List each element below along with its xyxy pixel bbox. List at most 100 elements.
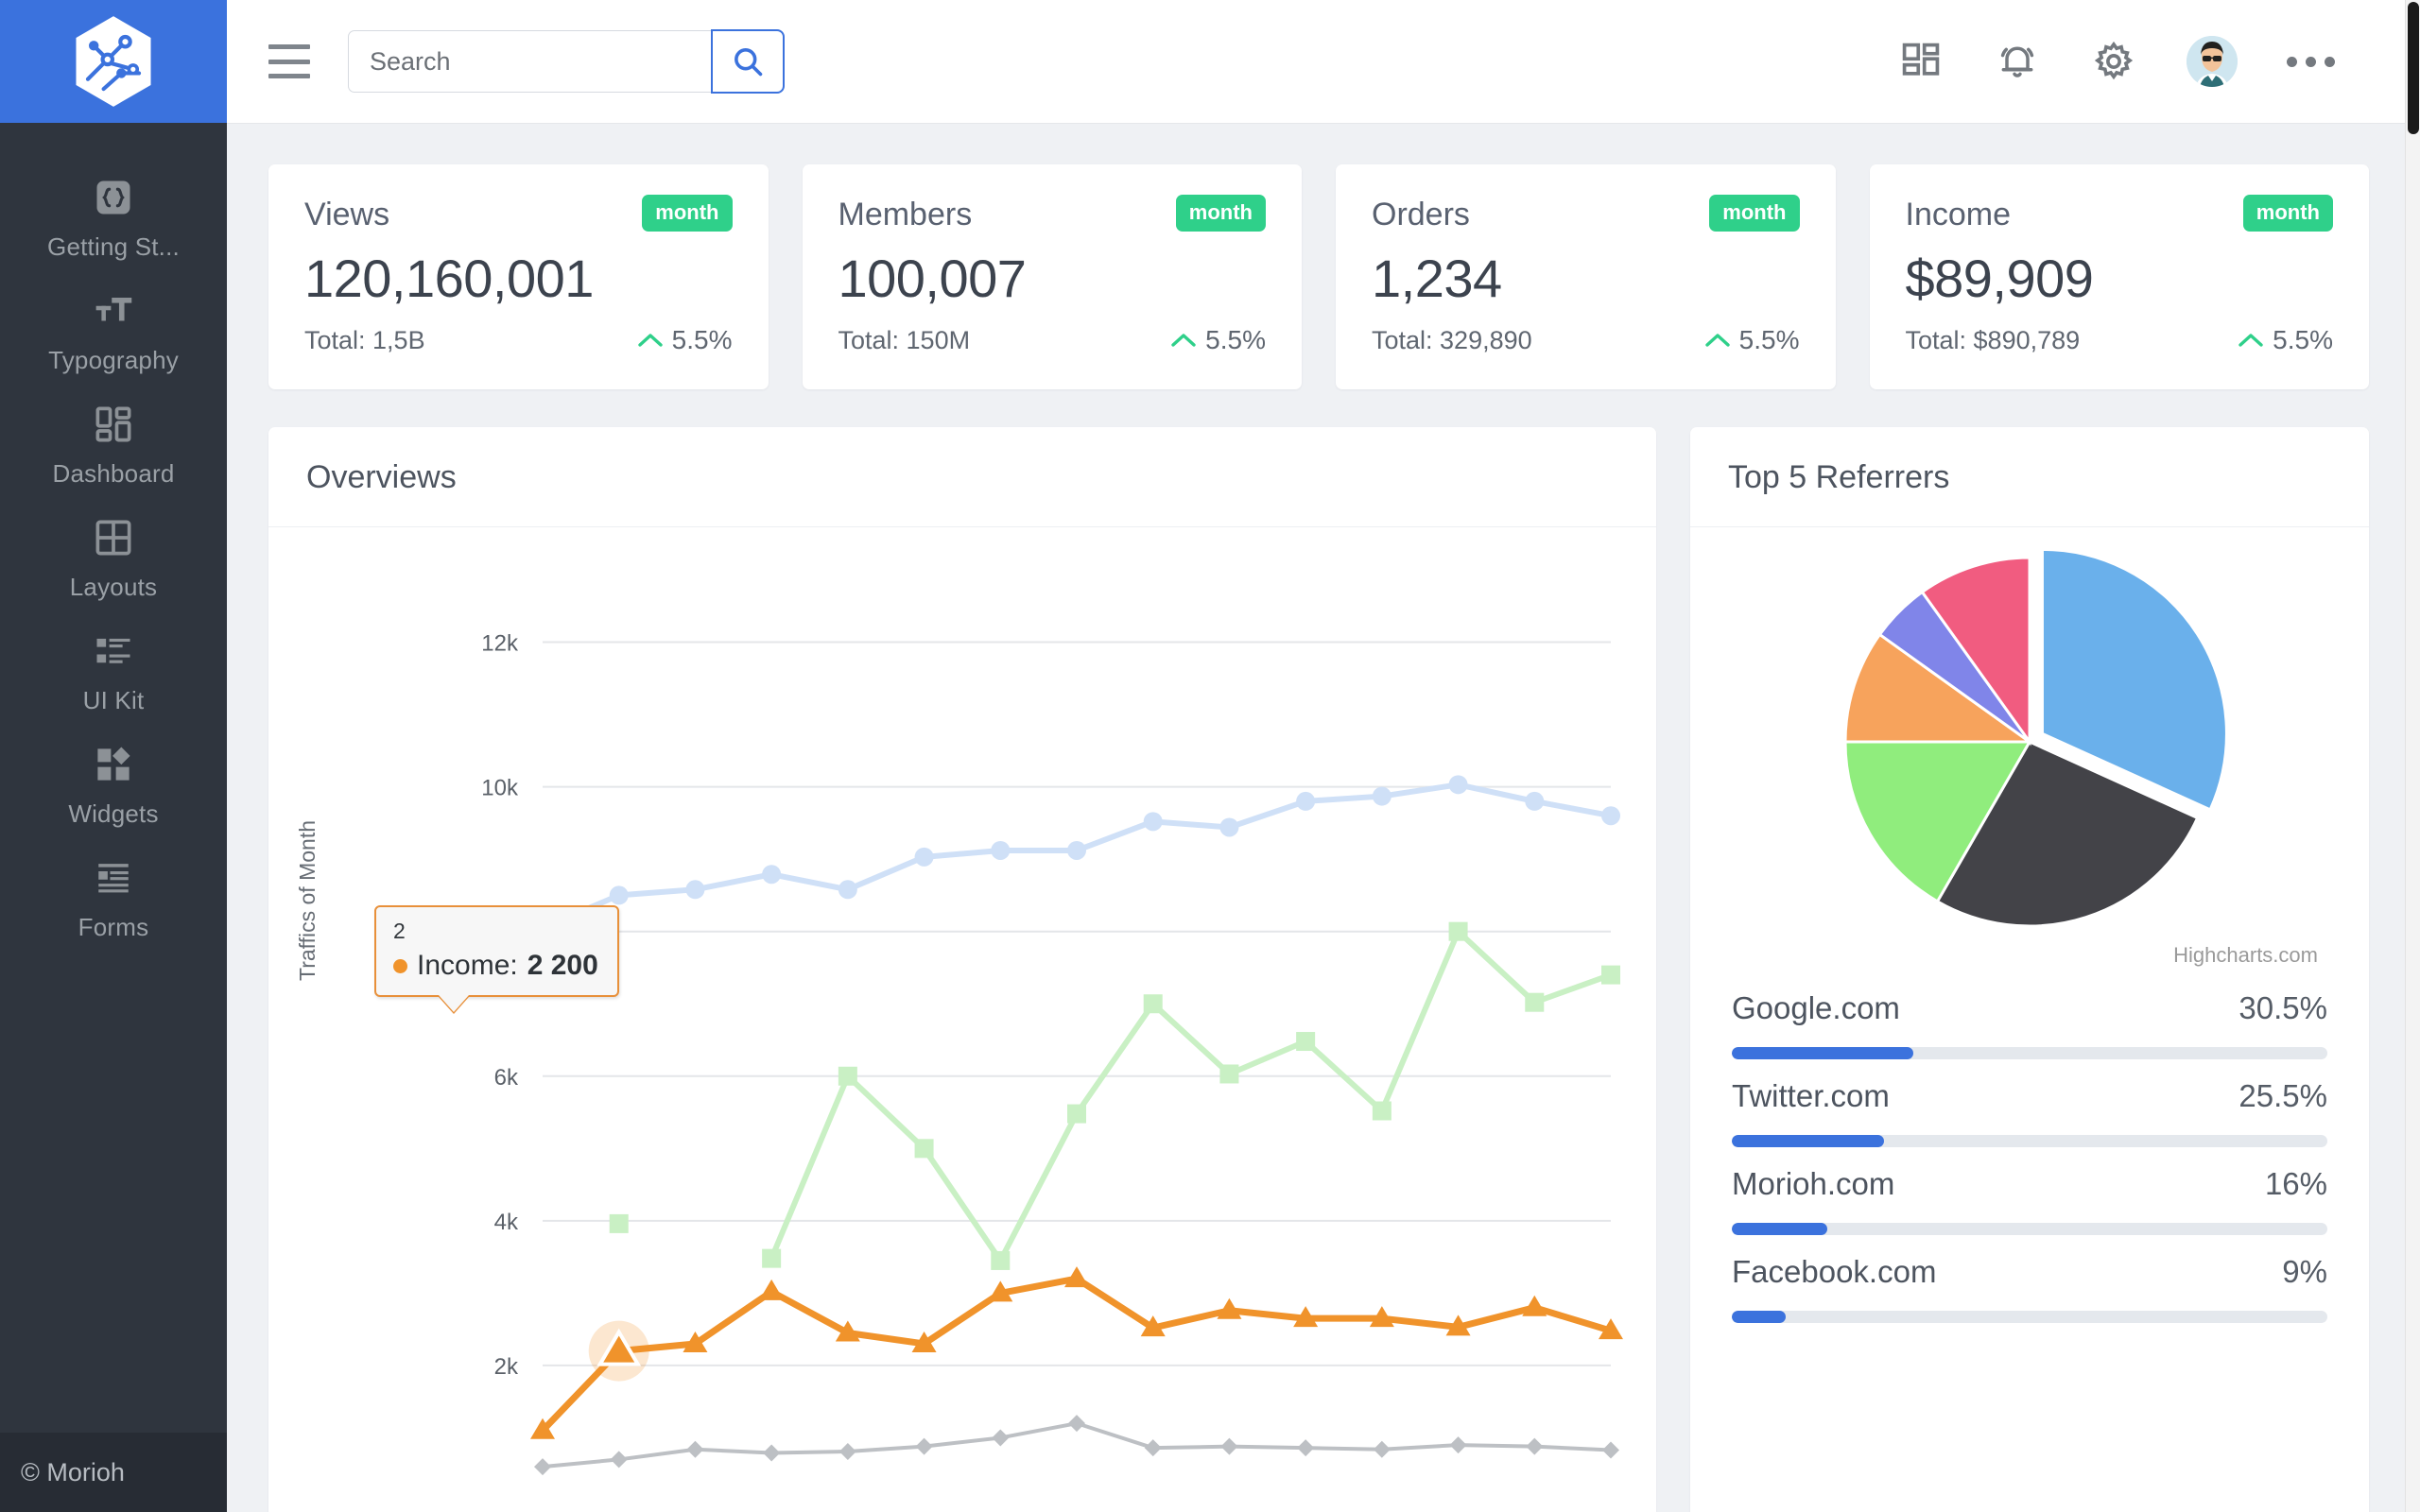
tooltip-value: 2 200 (527, 950, 598, 981)
sidebar-item-label: Typography (48, 346, 179, 374)
search-bar (348, 29, 785, 94)
stat-delta: 5.5% (1170, 325, 1266, 355)
sidebar-nav: Getting St... Typography Dashboard Layou… (0, 123, 227, 1433)
status-badge: month (1175, 195, 1266, 232)
sidebar-item-getting-started[interactable]: Getting St... (0, 163, 227, 276)
sidebar-item-typography[interactable]: Typography (0, 276, 227, 389)
stat-total: Total: 329,890 (1372, 325, 1532, 354)
stat-total: Total: 1,5B (304, 325, 425, 354)
chart-tooltip: 2 Income: 2 200 (374, 905, 619, 997)
forms-lines-icon (92, 856, 135, 900)
sidebar-item-label: UI Kit (82, 686, 145, 714)
referrer-percent: 30.5% (2238, 990, 2327, 1025)
list-item[interactable]: Morioh.com 16% (1732, 1147, 2327, 1235)
sidebar: Getting St... Typography Dashboard Layou… (0, 0, 227, 1512)
sidebar-item-widgets[interactable]: Widgets (0, 730, 227, 843)
stat-title: Orders (1372, 197, 1470, 232)
stat-card-income: Income month $89,909 Total: $890,789 5.5… (1869, 164, 2369, 389)
overviews-panel: Overviews Traffics of Month 2k4k6k8k10k1… (268, 427, 1656, 1512)
gear-settings-icon[interactable] (2090, 38, 2137, 85)
stat-value: 100,007 (838, 249, 1027, 308)
page-title: Overviews (306, 459, 457, 495)
svg-text:10k: 10k (481, 776, 519, 801)
progress-track (1732, 1047, 2327, 1059)
line-chart[interactable]: Traffics of Month 2k4k6k8k10k12k 2 Incom… (268, 527, 1656, 1510)
stat-value: 1,234 (1372, 249, 1502, 308)
search-button[interactable] (711, 29, 785, 94)
svg-text:4k: 4k (494, 1210, 519, 1235)
ui-kit-list-icon (92, 629, 135, 673)
stat-title: Income (1905, 197, 2012, 232)
list-item[interactable]: Google.com 30.5% (1732, 971, 2327, 1059)
stat-delta: 5.5% (637, 325, 733, 355)
text-size-icon (92, 289, 135, 333)
progress-fill (1732, 1135, 1884, 1147)
sidebar-item-label: Forms (78, 913, 149, 941)
pie-chart[interactable]: Highcharts.com (1690, 527, 2369, 971)
widgets-shapes-icon (92, 743, 135, 786)
list-item[interactable]: Twitter.com 25.5% (1732, 1059, 2327, 1147)
referrer-name: Morioh.com (1732, 1166, 1895, 1201)
sidebar-item-layouts[interactable]: Layouts (0, 503, 227, 616)
sidebar-item-label: Getting St... (47, 232, 180, 261)
stat-delta: 5.5% (1704, 325, 1800, 355)
overviews-header: Overviews (268, 427, 1656, 527)
page-content: Views month 120,160,001 Total: 1,5B 5.5% (227, 123, 2420, 1512)
referrer-percent: 25.5% (2238, 1078, 2327, 1113)
stat-delta-value: 5.5% (671, 325, 733, 354)
list-item[interactable]: Facebook.com 9% (1732, 1235, 2327, 1323)
apps-grid-icon[interactable] (1897, 38, 1945, 85)
sidebar-item-ui-kit[interactable]: UI Kit (0, 616, 227, 730)
progress-fill (1732, 1223, 1827, 1235)
pie-chart-svg (1843, 547, 2228, 928)
stat-title: Views (304, 197, 390, 232)
progress-track (1732, 1311, 2327, 1323)
stat-cards: Views month 120,160,001 Total: 1,5B 5.5% (268, 164, 2369, 389)
brand-logo[interactable] (0, 0, 227, 123)
main-area: Views month 120,160,001 Total: 1,5B 5.5% (227, 0, 2420, 1512)
progress-fill (1732, 1311, 1786, 1323)
layout-grid-icon (92, 516, 135, 559)
line-chart-svg: 2k4k6k8k10k12k (481, 631, 1623, 1476)
progress-track (1732, 1223, 2327, 1235)
scrollbar-thumb[interactable] (2408, 2, 2419, 134)
referrer-name: Twitter.com (1732, 1078, 1890, 1113)
progress-track (1732, 1135, 2327, 1147)
panels: Overviews Traffics of Month 2k4k6k8k10k1… (268, 427, 2369, 1512)
svg-text:12k: 12k (481, 631, 519, 657)
search-input[interactable] (348, 30, 711, 93)
hexagon-circuit-logo (76, 16, 151, 107)
sidebar-item-label: Widgets (68, 799, 159, 828)
hamburger-icon[interactable] (268, 44, 310, 78)
referrer-name: Google.com (1732, 990, 1900, 1025)
sidebar-item-forms[interactable]: Forms (0, 843, 227, 956)
stat-delta-value: 5.5% (1738, 325, 1800, 354)
stat-value: $89,909 (1905, 249, 2094, 308)
referrer-percent: 9% (2282, 1254, 2327, 1289)
stat-card-views: Views month 120,160,001 Total: 1,5B 5.5% (268, 164, 769, 389)
stat-card-orders: Orders month 1,234 Total: 329,890 5.5% (1336, 164, 1836, 389)
topbar (227, 0, 2420, 123)
search-icon (735, 48, 763, 77)
caret-up-icon (1171, 334, 1196, 347)
more-horizontal-icon[interactable] (2287, 56, 2335, 67)
sidebar-footer: © Morioh (0, 1433, 227, 1512)
stat-card-members: Members month 100,007 Total: 150M 5.5% (802, 164, 1302, 389)
code-braces-icon (92, 176, 135, 219)
sidebar-item-label: Dashboard (52, 459, 175, 488)
tooltip-x: 2 (393, 919, 406, 943)
referrers-panel: Top 5 Referrers Highcharts.com Google.co… (1690, 427, 2369, 1512)
page-scrollbar[interactable] (2405, 0, 2420, 1512)
bell-notification-icon[interactable] (1994, 38, 2041, 85)
stat-value: 120,160,001 (304, 249, 594, 308)
stat-delta-value: 5.5% (2273, 325, 2333, 354)
avatar[interactable] (2187, 36, 2238, 87)
caret-up-icon (1704, 334, 1730, 347)
sidebar-item-label: Layouts (69, 573, 158, 601)
sidebar-item-dashboard[interactable]: Dashboard (0, 389, 227, 503)
stat-delta: 5.5% (2238, 325, 2333, 355)
referrers-header: Top 5 Referrers (1690, 427, 2369, 527)
referrer-name: Facebook.com (1732, 1254, 1937, 1289)
app-root: Getting St... Typography Dashboard Layou… (0, 0, 2420, 1512)
stat-total: Total: 150M (838, 325, 971, 354)
